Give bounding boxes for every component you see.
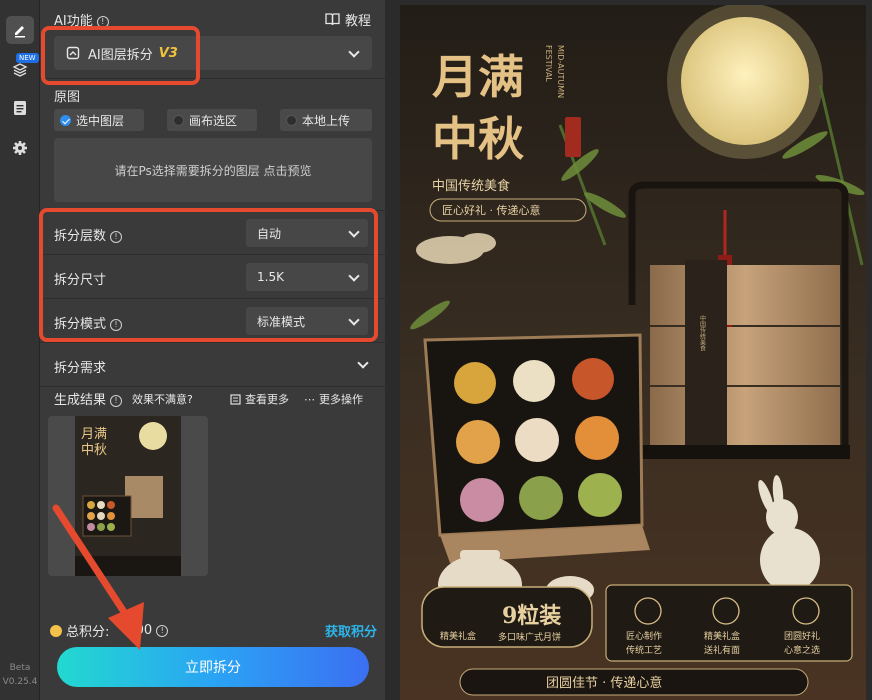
- feature-line: 匠心制作: [626, 630, 662, 642]
- pencil-icon: [15, 26, 25, 38]
- setting-row-split-mode: 拆分模式! 标准模式: [40, 299, 385, 343]
- setting-label: 拆分模式!: [54, 313, 123, 332]
- version-number: V0.25.4: [2, 677, 38, 687]
- mooncake-grid: [454, 358, 622, 522]
- source-option-label: 选中图层: [76, 113, 125, 128]
- feature-line: 精美礼盒: [704, 630, 740, 642]
- requirement-row[interactable]: 拆分需求: [40, 343, 385, 387]
- split-mode-select[interactable]: 标准模式: [246, 307, 368, 335]
- more-actions-label: 更多操作: [319, 393, 363, 406]
- info-icon[interactable]: !: [110, 231, 123, 243]
- tutorial-link[interactable]: 教程: [325, 10, 371, 29]
- ai-function-heading: AI功能!: [54, 10, 109, 29]
- list-icon: [230, 393, 241, 405]
- layer-count-select[interactable]: 自动: [246, 219, 368, 247]
- seal-stamp: [565, 117, 581, 157]
- layer-split-icon: [66, 46, 80, 60]
- source-option-canvas-selection[interactable]: 画布选区: [167, 109, 257, 131]
- view-more-link[interactable]: 查看更多: [230, 391, 289, 407]
- mini-title-line1: 月满: [81, 427, 107, 442]
- info-icon[interactable]: !: [110, 319, 123, 331]
- result-label: 生成结果: [54, 393, 107, 408]
- moon-shape: [681, 17, 809, 145]
- chevron-down-icon: [348, 272, 358, 282]
- preview-canvas: 月满 中秋 MID-AUTUMN FESTIVAL 中国传统美食 匠心好礼 · …: [400, 5, 866, 700]
- settings-tool-button[interactable]: [6, 134, 34, 162]
- view-more-label: 查看更多: [245, 393, 289, 406]
- count-badge: 精美礼盒: [440, 630, 476, 642]
- chevron-down-icon: [348, 228, 358, 238]
- select-value: 1.5K: [257, 270, 284, 284]
- tutorial-label: 教程: [344, 14, 371, 29]
- poster-subtitle: 中国传统美食: [432, 178, 510, 194]
- source-option-label: 画布选区: [189, 113, 238, 128]
- source-label: 原图: [54, 90, 81, 105]
- ai-function-label: AI功能: [54, 14, 93, 29]
- info-icon[interactable]: !: [96, 16, 109, 28]
- source-option-label: 本地上传: [302, 113, 351, 128]
- box-label: 中国传统美食: [699, 314, 706, 352]
- more-actions-link[interactable]: ⋯ 更多操作: [304, 391, 363, 407]
- poster-footer: 团圆佳节 · 传递心意: [546, 675, 662, 691]
- layer-dropzone[interactable]: 请在Ps选择需要拆分的图层 点击预览: [54, 138, 372, 202]
- poster-english-line1: MID-AUTUMN: [556, 45, 565, 98]
- chevron-down-icon: [357, 359, 367, 369]
- layers-icon: [12, 63, 28, 77]
- poster-title-line2: 中秋: [432, 112, 524, 166]
- poster-title-line1: 月满: [432, 50, 524, 104]
- info-icon[interactable]: !: [110, 395, 123, 407]
- poster-english-line2: FESTIVAL: [544, 45, 553, 82]
- function-select-label: AI图层拆分: [88, 47, 153, 63]
- document-icon: [14, 101, 26, 115]
- poster-image: 月满 中秋 MID-AUTUMN FESTIVAL 中国传统美食 匠心好礼 · …: [400, 5, 866, 700]
- edit-tool-button[interactable]: [6, 16, 34, 44]
- feature-line: 传统工艺: [626, 644, 662, 656]
- count-sub: 多口味广式月饼: [498, 631, 561, 643]
- source-option-selected-layer[interactable]: 选中图层: [54, 109, 144, 131]
- feedback-link[interactable]: 效果不满意?: [132, 391, 193, 407]
- setting-label: 拆分层数!: [54, 225, 123, 244]
- requirement-label: 拆分需求: [54, 361, 107, 376]
- tool-rail: NEW Beta V0.25.4: [0, 0, 40, 700]
- source-option-local-upload[interactable]: 本地上传: [280, 109, 372, 131]
- history-tool-button[interactable]: [6, 94, 34, 122]
- setting-row-layer-count: 拆分层数! 自动: [40, 211, 385, 255]
- function-select[interactable]: AI图层拆分 V3: [54, 36, 372, 70]
- chevron-down-icon: [348, 48, 358, 58]
- count-title: 9粒装: [502, 603, 561, 629]
- feature-line: 心意之选: [784, 644, 820, 656]
- new-badge: NEW: [16, 53, 39, 63]
- setting-label: 拆分尺寸: [54, 273, 107, 288]
- chevron-down-icon: [348, 316, 358, 326]
- split-size-select[interactable]: 1.5K: [246, 263, 368, 291]
- radio-unchecked-icon: [173, 114, 184, 126]
- result-heading: 生成结果!: [54, 389, 123, 408]
- radio-checked-icon: [60, 114, 71, 126]
- get-credits-link[interactable]: 获取积分: [325, 621, 377, 640]
- divider: [40, 78, 385, 79]
- setting-row-split-size: 拆分尺寸 1.5K: [40, 255, 385, 299]
- feature-line: 送礼有面: [704, 644, 740, 656]
- version-beta: Beta: [9, 663, 31, 673]
- select-value: 标准模式: [257, 314, 306, 329]
- mini-title-line2: 中秋: [81, 443, 107, 458]
- feature-line: 团圆好礼: [784, 630, 820, 642]
- book-icon: [325, 13, 340, 26]
- dropzone-text: 请在Ps选择需要拆分的图层 点击预览: [114, 163, 312, 178]
- arrow-annotation: [52, 504, 144, 650]
- select-value: 自动: [257, 226, 282, 241]
- poster-tagline: 匠心好礼 · 传递心意: [442, 203, 541, 217]
- gear-icon: [13, 141, 27, 155]
- version-tag: V3: [158, 45, 178, 61]
- radio-unchecked-icon: [286, 114, 297, 126]
- ellipsis-icon: ⋯: [304, 392, 315, 406]
